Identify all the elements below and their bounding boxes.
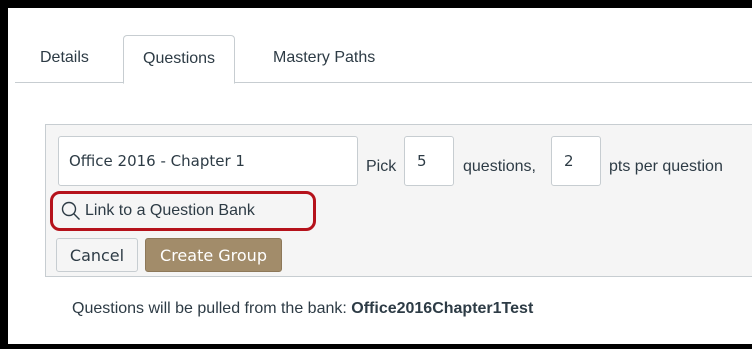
tab-bar: Details Questions Mastery Paths — [15, 27, 752, 84]
group-name-input[interactable] — [58, 136, 358, 186]
pick-count-input[interactable] — [404, 136, 454, 186]
points-per-question-label: pts per question — [609, 158, 723, 175]
tab-questions[interactable]: Questions — [123, 35, 236, 84]
pick-label: Pick — [366, 158, 397, 175]
bank-name: Office2016Chapter1Test — [351, 300, 534, 317]
search-icon — [61, 201, 81, 221]
cancel-button[interactable]: Cancel — [56, 238, 138, 272]
bank-notice-prefix: Questions will be pulled from the bank: — [72, 300, 352, 317]
create-group-button[interactable]: Create Group — [145, 238, 282, 272]
link-question-bank-label: Link to a Question Bank — [85, 202, 255, 219]
quiz-editor-frame: Details Questions Mastery Paths Pick que… — [0, 0, 752, 349]
bank-notice: Questions will be pulled from the bank: … — [72, 300, 533, 318]
question-group-panel: Pick questions, pts per question Link to… — [45, 124, 752, 277]
points-per-question-input[interactable] — [551, 136, 601, 186]
tab-details[interactable]: Details — [23, 35, 106, 83]
tab-mastery-paths[interactable]: Mastery Paths — [255, 35, 393, 83]
questions-label: questions, — [463, 158, 536, 175]
link-question-bank-button[interactable]: Link to a Question Bank — [50, 191, 316, 231]
